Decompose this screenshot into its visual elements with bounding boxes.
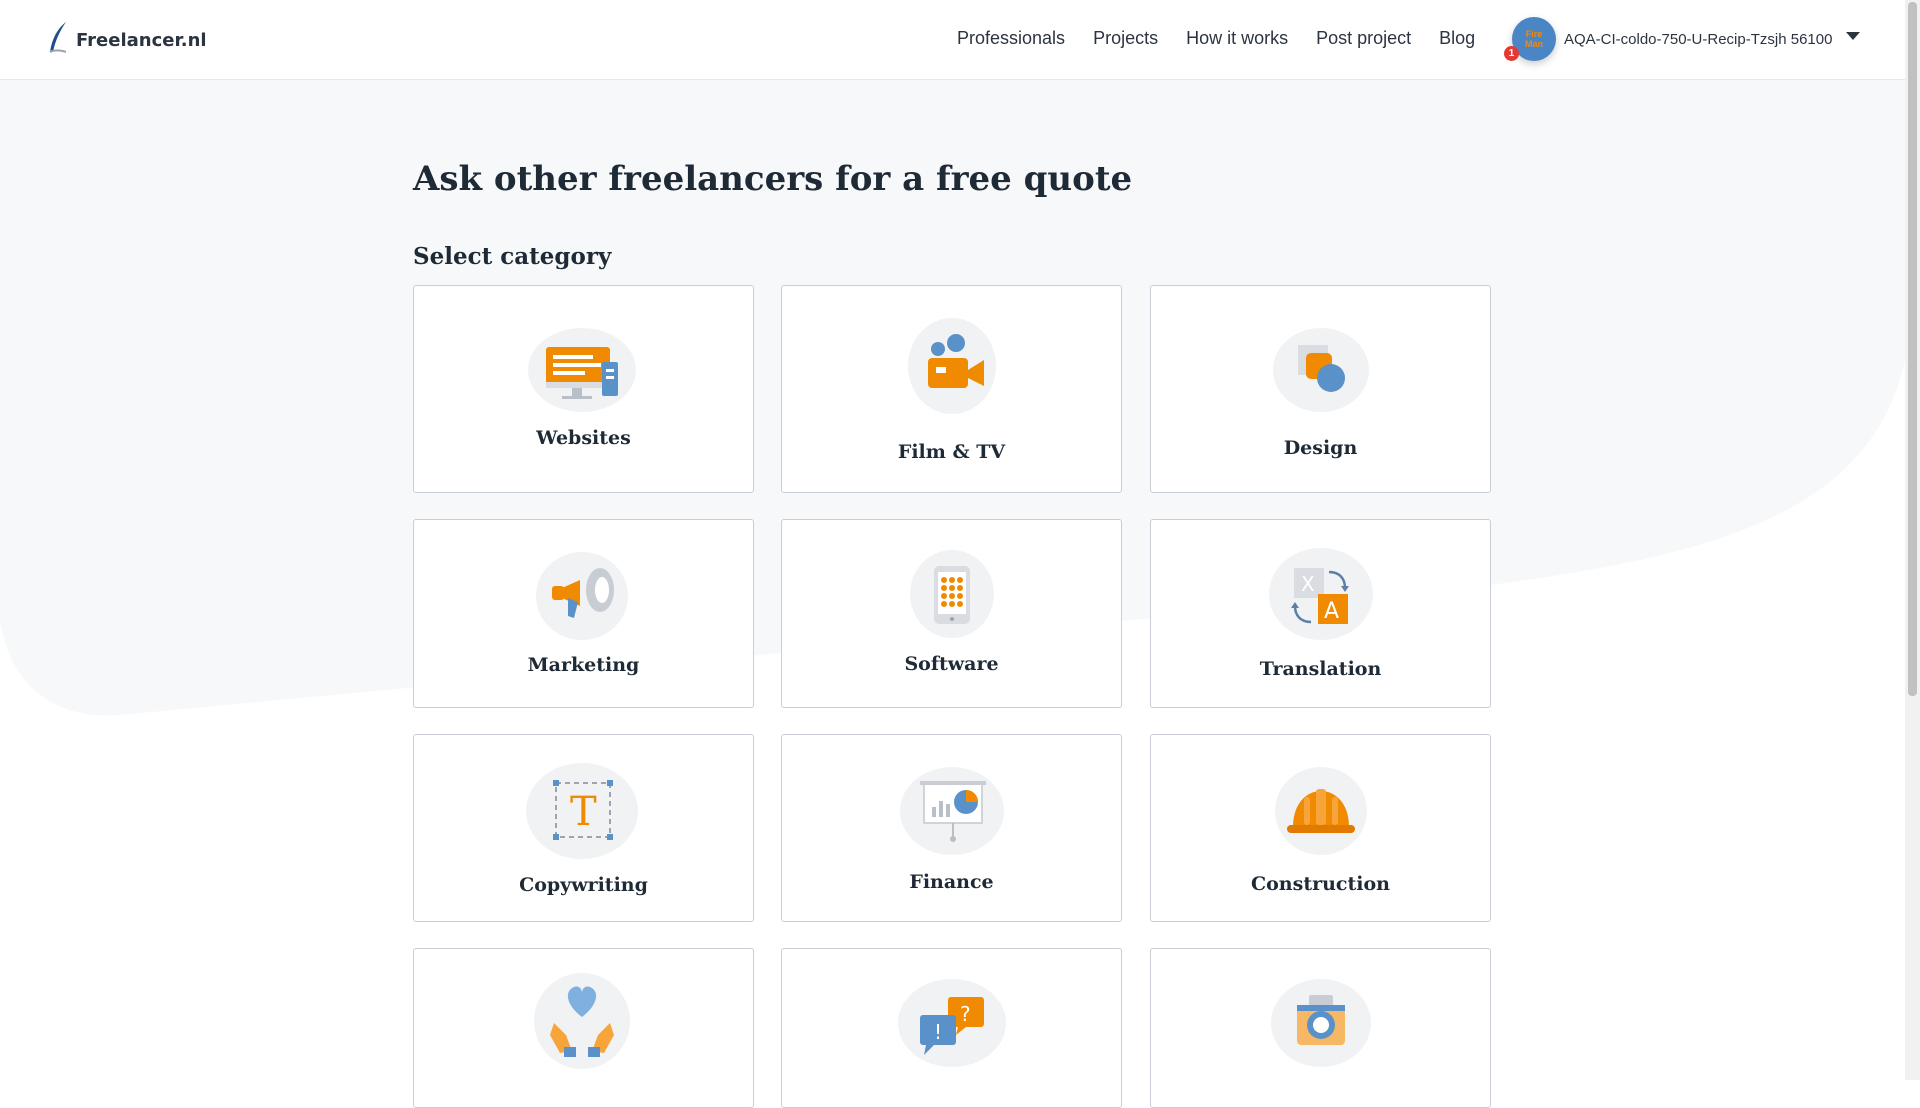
category-card-copywriting[interactable]: T Copywriting — [413, 734, 754, 922]
category-card-websites[interactable]: Websites — [413, 285, 754, 493]
nav-professionals[interactable]: Professionals — [957, 28, 1065, 49]
camera-icon — [1261, 977, 1381, 1077]
scrollbar-thumb[interactable] — [1908, 2, 1917, 696]
monitor-icon — [524, 322, 644, 422]
chevron-down-icon[interactable] — [1846, 32, 1861, 40]
category-label: Translation — [1259, 658, 1382, 680]
category-label: Film & TV — [897, 441, 1006, 463]
avatar-text: Fire Man — [1525, 29, 1543, 49]
speech-bubbles-icon: ? ! — [892, 977, 1012, 1077]
top-header: Freelancer.nl Professionals Projects How… — [0, 0, 1905, 80]
main-nav: Professionals Projects How it works Post… — [957, 28, 1503, 49]
svg-text:X: X — [1301, 572, 1315, 596]
category-label: Design — [1283, 437, 1358, 459]
category-label: Copywriting — [519, 874, 648, 896]
heart-hands-icon — [524, 973, 644, 1073]
category-card-translation[interactable]: X A Translation — [1150, 519, 1491, 708]
notification-badge[interactable]: 1 — [1504, 46, 1519, 61]
presentation-chart-icon — [892, 765, 1012, 865]
text-tool-icon: T — [524, 763, 644, 863]
category-label: Websites — [536, 427, 631, 449]
feather-logo-icon — [46, 20, 72, 61]
hard-hat-icon — [1261, 765, 1381, 865]
category-card-film-tv[interactable]: Film & TV — [781, 285, 1122, 493]
video-camera-icon — [892, 316, 1012, 416]
nav-how-it-works[interactable]: How it works — [1186, 28, 1288, 49]
svg-text:!: ! — [934, 1020, 942, 1044]
category-card-advice[interactable]: ? ! — [781, 948, 1122, 1108]
category-label: Construction — [1251, 873, 1390, 895]
category-card-care[interactable] — [413, 948, 754, 1108]
user-menu[interactable]: Fire Man 1 AQA-CI-coldo-750-U-Recip-Tzsj… — [1504, 17, 1861, 61]
category-card-design[interactable]: Design — [1150, 285, 1491, 493]
page-title: Ask other freelancers for a free quote — [413, 159, 1133, 199]
nav-projects[interactable]: Projects — [1093, 28, 1158, 49]
category-card-construction[interactable]: Construction — [1150, 734, 1491, 922]
phone-app-icon — [892, 548, 1012, 648]
svg-text:T: T — [570, 789, 597, 835]
svg-text:?: ? — [960, 1002, 971, 1026]
category-label: Software — [904, 653, 999, 675]
nav-blog[interactable]: Blog — [1439, 28, 1475, 49]
category-card-finance[interactable]: Finance — [781, 734, 1122, 922]
vertical-scrollbar[interactable] — [1905, 0, 1920, 1080]
category-card-photography[interactable] — [1150, 948, 1491, 1108]
avatar[interactable]: Fire Man 1 — [1504, 17, 1556, 61]
user-name[interactable]: AQA-CI-coldo-750-U-Recip-Tzsjh 56100 — [1564, 31, 1832, 48]
translate-icon: X A — [1261, 546, 1381, 646]
category-label: Marketing — [527, 654, 640, 676]
category-label: Finance — [909, 871, 994, 893]
section-title: Select category — [413, 243, 612, 270]
category-card-software[interactable]: Software — [781, 519, 1122, 708]
megaphone-icon — [524, 550, 644, 650]
svg-text:A: A — [1324, 599, 1339, 624]
logo-text: Freelancer.nl — [76, 30, 207, 51]
nav-post-project[interactable]: Post project — [1316, 28, 1411, 49]
logo[interactable]: Freelancer.nl — [46, 20, 207, 61]
shapes-icon — [1261, 322, 1381, 422]
category-card-marketing[interactable]: Marketing — [413, 519, 754, 708]
